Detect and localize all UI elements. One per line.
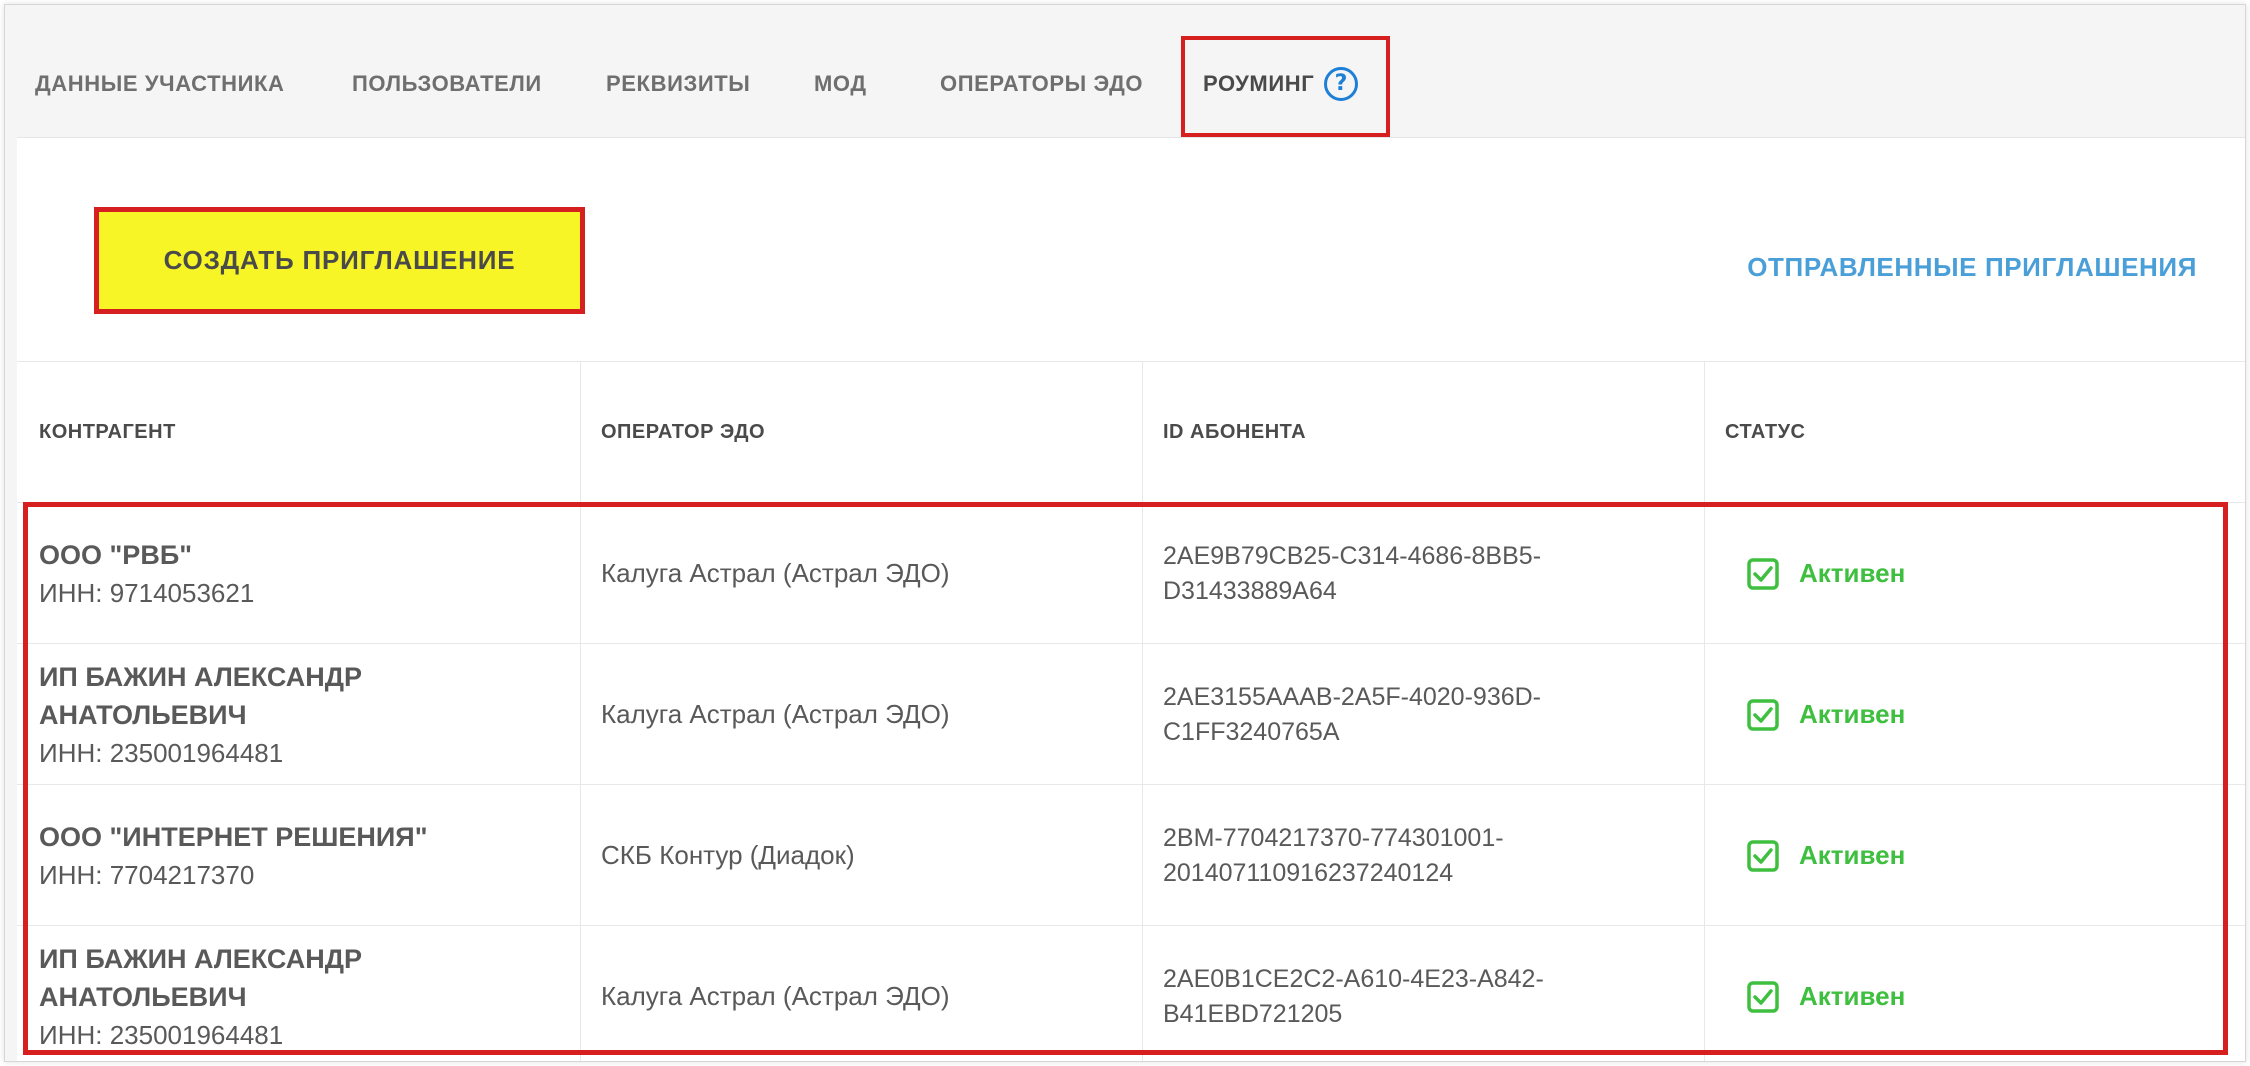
cell-status: Активен bbox=[1735, 785, 2235, 926]
edo-operator: Калуга Астрал (Астрал ЭДО) bbox=[601, 558, 950, 588]
subscriber-id: 2AE9B79CB25-C314-4686-8BB5- bbox=[1163, 541, 1542, 570]
subscriber-id: 201407110916237240124 bbox=[1163, 858, 1454, 887]
subscriber-id: 2AE0B1CE2C2-A610-4E23-A842- bbox=[1163, 964, 1544, 993]
check-square-icon bbox=[1747, 980, 1779, 1013]
cell-operator: Калуга Астрал (Астрал ЭДО) bbox=[601, 503, 1141, 644]
table-header: КОНТРАГЕНТ ОПЕРАТОР ЭДО ID АБОНЕНТА СТАТ… bbox=[17, 361, 2245, 502]
edo-operator: Калуга Астрал (Астрал ЭДО) bbox=[601, 981, 950, 1011]
app-window: ДАННЫЕ УЧАСТНИКА ПОЛЬЗОВАТЕЛИ РЕКВИЗИТЫ … bbox=[4, 4, 2246, 1062]
counterparty-inn: ИНН: 9714053621 bbox=[39, 577, 255, 608]
cell-counterparty: ООО "РВБ" ИНН: 9714053621 bbox=[39, 503, 579, 644]
cell-status: Активен bbox=[1735, 503, 2235, 644]
cell-subscriber-id: 2BM-7704217370-774301001- 201407110916237… bbox=[1163, 785, 1703, 926]
check-square-icon bbox=[1747, 557, 1779, 590]
create-invitation-button[interactable]: СОЗДАТЬ ПРИГЛАШЕНИЕ bbox=[94, 207, 585, 314]
edo-operator: СКБ Контур (Диадок) bbox=[601, 840, 855, 870]
column-header-edo-operator[interactable]: ОПЕРАТОР ЭДО bbox=[601, 421, 765, 444]
table-row[interactable]: ИП БАЖИН АЛЕКСАНДР АНАТОЛЬЕВИЧ ИНН: 23500… bbox=[17, 643, 2245, 785]
check-square-icon bbox=[1747, 839, 1779, 872]
check-square-icon bbox=[1747, 698, 1779, 731]
column-header-counterparty[interactable]: КОНТРАГЕНТ bbox=[39, 421, 176, 444]
tab-bar: ДАННЫЕ УЧАСТНИКА ПОЛЬЗОВАТЕЛИ РЕКВИЗИТЫ … bbox=[5, 5, 2245, 137]
edo-operator: Калуга Астрал (Астрал ЭДО) bbox=[601, 699, 950, 729]
subscriber-id: D31433889A64 bbox=[1163, 576, 1337, 605]
tab-requisites[interactable]: РЕКВИЗИТЫ bbox=[606, 71, 750, 97]
counterparty-name: ИП БАЖИН АЛЕКСАНДР bbox=[39, 661, 362, 692]
cell-operator: Калуга Астрал (Астрал ЭДО) bbox=[601, 926, 1141, 1061]
tab-mod[interactable]: МОД bbox=[814, 71, 867, 97]
status-badge: Активен bbox=[1799, 981, 1906, 1011]
status-badge: Активен bbox=[1799, 840, 1906, 870]
roaming-tab-highlight bbox=[1181, 36, 1390, 137]
cell-counterparty: ИП БАЖИН АЛЕКСАНДР АНАТОЛЬЕВИЧ ИНН: 23500… bbox=[39, 644, 579, 785]
tab-participant-data[interactable]: ДАННЫЕ УЧАСТНИКА bbox=[35, 71, 285, 97]
subscriber-id: B41EBD721205 bbox=[1163, 999, 1343, 1028]
status-badge: Активен bbox=[1799, 699, 1906, 729]
column-header-subscriber-id[interactable]: ID АБОНЕНТА bbox=[1163, 421, 1306, 444]
counterparty-inn: ИНН: 235001964481 bbox=[39, 737, 284, 768]
counterparty-inn: ИНН: 235001964481 bbox=[39, 1019, 284, 1050]
table-row[interactable]: ИП БАЖИН АЛЕКСАНДР АНАТОЛЬЕВИЧ ИНН: 23500… bbox=[17, 925, 2245, 1061]
sent-invitations-link[interactable]: ОТПРАВЛЕННЫЕ ПРИГЛАШЕНИЯ bbox=[1747, 252, 2197, 283]
cell-operator: СКБ Контур (Диадок) bbox=[601, 785, 1141, 926]
cell-subscriber-id: 2AE0B1CE2C2-A610-4E23-A842- B41EBD721205 bbox=[1163, 926, 1703, 1061]
counterparty-name: ИП БАЖИН АЛЕКСАНДР bbox=[39, 943, 362, 974]
cell-subscriber-id: 2AE9B79CB25-C314-4686-8BB5- D31433889A64 bbox=[1163, 503, 1703, 644]
table-row[interactable]: ООО "ИНТЕРНЕТ РЕШЕНИЯ" ИНН: 7704217370 С… bbox=[17, 784, 2245, 926]
counterparty-name: АНАТОЛЬЕВИЧ bbox=[39, 981, 247, 1012]
counterparty-name: ООО "ИНТЕРНЕТ РЕШЕНИЯ" bbox=[39, 821, 428, 852]
subscriber-id: C1FF3240765A bbox=[1163, 717, 1340, 746]
counterparty-name: АНАТОЛЬЕВИЧ bbox=[39, 699, 247, 730]
subscriber-id: 2AE3155AAAB-2A5F-4020-936D- bbox=[1163, 682, 1542, 711]
column-header-status[interactable]: СТАТУС bbox=[1725, 421, 1805, 444]
cell-counterparty: ИП БАЖИН АЛЕКСАНДР АНАТОЛЬЕВИЧ ИНН: 23500… bbox=[39, 926, 579, 1061]
cell-counterparty: ООО "ИНТЕРНЕТ РЕШЕНИЯ" ИНН: 7704217370 bbox=[39, 785, 579, 926]
counterparty-inn: ИНН: 7704217370 bbox=[39, 859, 255, 890]
tab-users[interactable]: ПОЛЬЗОВАТЕЛИ bbox=[352, 71, 542, 97]
roaming-panel: СОЗДАТЬ ПРИГЛАШЕНИЕ ОТПРАВЛЕННЫЕ ПРИГЛАШ… bbox=[17, 137, 2245, 1061]
cell-status: Активен bbox=[1735, 644, 2235, 785]
status-badge: Активен bbox=[1799, 558, 1906, 588]
cell-subscriber-id: 2AE3155AAAB-2A5F-4020-936D- C1FF3240765A bbox=[1163, 644, 1703, 785]
cell-status: Активен bbox=[1735, 926, 2235, 1061]
tab-edo-operators[interactable]: ОПЕРАТОРЫ ЭДО bbox=[940, 71, 1143, 97]
counterparty-name: ООО "РВБ" bbox=[39, 539, 193, 570]
table-row[interactable]: ООО "РВБ" ИНН: 9714053621 Калуга Астрал … bbox=[17, 502, 2245, 644]
subscriber-id: 2BM-7704217370-774301001- bbox=[1163, 823, 1504, 852]
cell-operator: Калуга Астрал (Астрал ЭДО) bbox=[601, 644, 1141, 785]
